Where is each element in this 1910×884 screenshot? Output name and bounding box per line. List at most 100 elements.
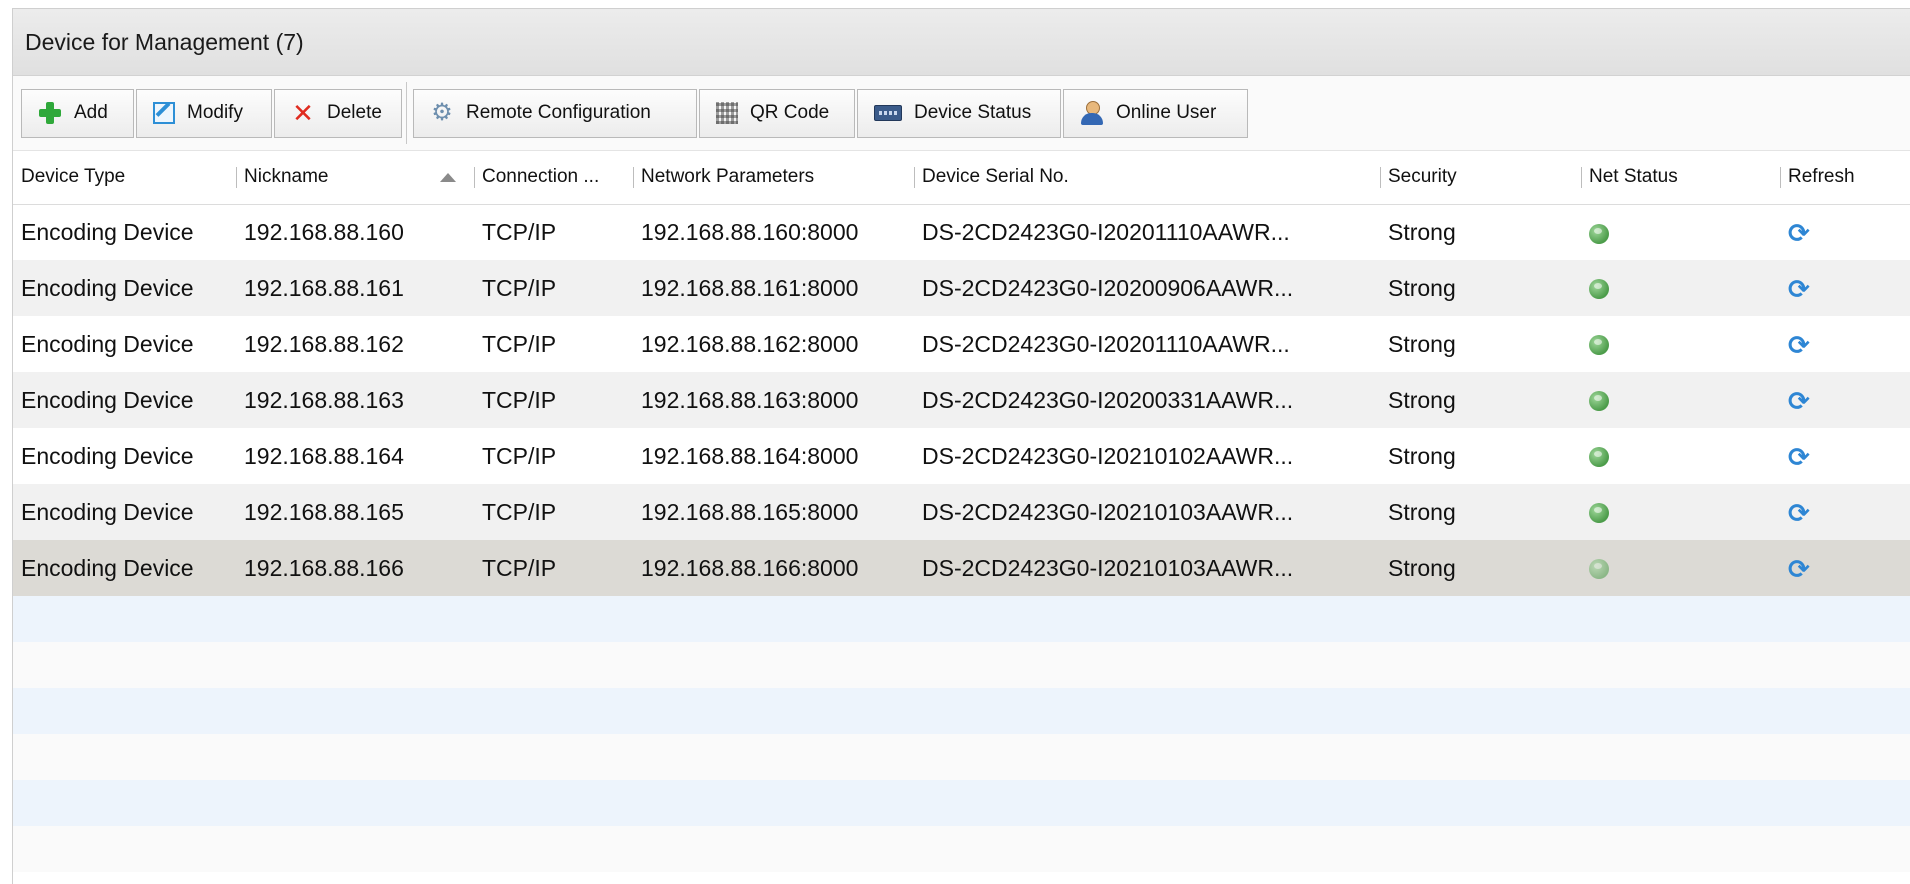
table-row-selected[interactable]: Encoding Device 192.168.88.166 TCP/IP 19… [13, 540, 1910, 596]
column-header-device-serial[interactable]: Device Serial No. [914, 151, 1380, 205]
column-header-net-status[interactable]: Net Status [1581, 151, 1780, 205]
gear-icon: ⚙ [431, 99, 453, 126]
cell-serial: DS-2CD2423G0-I20201110AAWR... [914, 316, 1380, 372]
refresh-icon[interactable]: ⟳ [1788, 388, 1810, 414]
cell-security: Strong [1380, 316, 1581, 372]
cell-network: 192.168.88.165:8000 [633, 484, 914, 540]
refresh-icon[interactable]: ⟳ [1788, 332, 1810, 358]
globe-icon [1589, 559, 1609, 580]
device-status-label: Device Status [914, 102, 1032, 123]
cell-connection: TCP/IP [474, 540, 633, 596]
modify-button[interactable]: Modify [136, 88, 272, 138]
empty-row [13, 688, 1910, 734]
globe-icon [1589, 223, 1609, 244]
column-header-nickname[interactable]: Nickname [236, 151, 474, 205]
cell-network: 192.168.88.166:8000 [633, 540, 914, 596]
user-icon [1080, 101, 1104, 125]
cell-device-type: Encoding Device [13, 372, 236, 428]
column-header-network-parameters[interactable]: Network Parameters [633, 151, 914, 205]
cell-network: 192.168.88.164:8000 [633, 428, 914, 484]
globe-icon [1589, 335, 1609, 356]
cell-connection: TCP/IP [474, 316, 633, 372]
cell-net-status [1581, 484, 1780, 540]
device-status-button[interactable]: Device Status [857, 88, 1061, 138]
table-row[interactable]: Encoding Device 192.168.88.160 TCP/IP 19… [13, 204, 1910, 260]
device-management-panel: Device for Management (7) Add Modify ✕ D… [12, 8, 1910, 884]
cell-device-type: Encoding Device [13, 540, 236, 596]
refresh-icon[interactable]: ⟳ [1788, 444, 1810, 470]
cell-device-type: Encoding Device [13, 484, 236, 540]
plus-icon [38, 101, 62, 125]
empty-row [13, 642, 1910, 688]
cell-nickname: 192.168.88.161 [236, 260, 474, 316]
delete-x-icon: ✕ [292, 98, 314, 128]
toolbar-separator [406, 82, 411, 144]
cell-security: Strong [1380, 484, 1581, 540]
cell-net-status [1581, 372, 1780, 428]
column-header-refresh[interactable]: Refresh [1780, 151, 1910, 205]
cell-serial: DS-2CD2423G0-I20200331AAWR... [914, 372, 1380, 428]
refresh-icon[interactable]: ⟳ [1788, 500, 1810, 526]
cell-connection: TCP/IP [474, 260, 633, 316]
cell-device-type: Encoding Device [13, 316, 236, 372]
modify-button-label: Modify [187, 102, 243, 123]
cell-network: 192.168.88.162:8000 [633, 316, 914, 372]
add-button-label: Add [74, 102, 108, 123]
cell-security: Strong [1380, 204, 1581, 260]
column-header-connection[interactable]: Connection ... [474, 151, 633, 205]
cell-security: Strong [1380, 428, 1581, 484]
cell-nickname: 192.168.88.164 [236, 428, 474, 484]
add-button[interactable]: Add [21, 88, 134, 138]
remote-configuration-label: Remote Configuration [466, 102, 651, 123]
cell-nickname: 192.168.88.163 [236, 372, 474, 428]
cell-network: 192.168.88.160:8000 [633, 204, 914, 260]
toolbar-group-edit: Add Modify ✕ Delete [21, 88, 404, 138]
qr-code-icon [716, 102, 738, 124]
table-row[interactable]: Encoding Device 192.168.88.163 TCP/IP 19… [13, 372, 1910, 428]
table-row[interactable]: Encoding Device 192.168.88.162 TCP/IP 19… [13, 316, 1910, 372]
refresh-icon[interactable]: ⟳ [1788, 276, 1810, 302]
cell-net-status [1581, 428, 1780, 484]
cell-serial: DS-2CD2423G0-I20201110AAWR... [914, 204, 1380, 260]
cell-serial: DS-2CD2423G0-I20210103AAWR... [914, 484, 1380, 540]
refresh-icon[interactable]: ⟳ [1788, 220, 1810, 246]
column-header-device-type[interactable]: Device Type [13, 151, 236, 205]
table-row[interactable]: Encoding Device 192.168.88.165 TCP/IP 19… [13, 484, 1910, 540]
cell-device-type: Encoding Device [13, 428, 236, 484]
cell-connection: TCP/IP [474, 204, 633, 260]
panel-title: Device for Management (7) [13, 9, 1910, 76]
cell-security: Strong [1380, 372, 1581, 428]
refresh-icon[interactable]: ⟳ [1788, 556, 1810, 582]
cell-serial: DS-2CD2423G0-I20210103AAWR... [914, 540, 1380, 596]
cell-refresh: ⟳ [1780, 260, 1910, 316]
delete-button-label: Delete [327, 102, 382, 123]
remote-configuration-button[interactable]: ⚙ Remote Configuration [413, 88, 697, 138]
cell-connection: TCP/IP [474, 484, 633, 540]
qr-code-button[interactable]: QR Code [699, 88, 855, 138]
cell-refresh: ⟳ [1780, 372, 1910, 428]
globe-icon [1589, 447, 1609, 468]
device-table: Device Type Nickname Connection ... Netw… [13, 151, 1910, 872]
cell-network: 192.168.88.161:8000 [633, 260, 914, 316]
qr-code-label: QR Code [750, 102, 830, 123]
globe-icon [1589, 391, 1609, 412]
cell-net-status [1581, 316, 1780, 372]
cell-network: 192.168.88.163:8000 [633, 372, 914, 428]
table-row[interactable]: Encoding Device 192.168.88.164 TCP/IP 19… [13, 428, 1910, 484]
online-user-button[interactable]: Online User [1063, 88, 1248, 138]
cell-refresh: ⟳ [1780, 484, 1910, 540]
delete-button[interactable]: ✕ Delete [274, 88, 402, 138]
table-row[interactable]: Encoding Device 192.168.88.161 TCP/IP 19… [13, 260, 1910, 316]
panel-title-text: Device for Management (7) [25, 28, 304, 55]
column-header-security[interactable]: Security [1380, 151, 1581, 205]
sort-ascending-icon [440, 173, 456, 182]
cell-nickname: 192.168.88.165 [236, 484, 474, 540]
cell-refresh: ⟳ [1780, 316, 1910, 372]
empty-row [13, 780, 1910, 826]
empty-row [13, 734, 1910, 780]
table-header-row: Device Type Nickname Connection ... Netw… [13, 151, 1910, 205]
cell-refresh: ⟳ [1780, 204, 1910, 260]
cell-security: Strong [1380, 540, 1581, 596]
cell-connection: TCP/IP [474, 428, 633, 484]
cell-connection: TCP/IP [474, 372, 633, 428]
